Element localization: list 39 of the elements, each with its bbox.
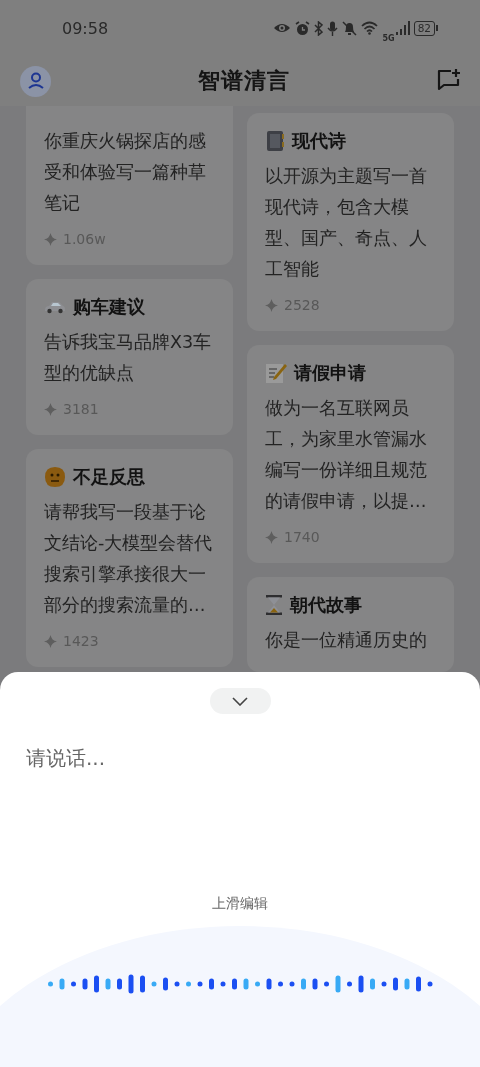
card-description: 请帮我写一段基于论文结论-大模型会替代搜索引擎承接很大一部分的搜索流量的… bbox=[44, 501, 214, 617]
sparkle-icon bbox=[44, 402, 57, 416]
chevron-down-icon bbox=[232, 696, 248, 706]
card-title: 朝代故事 bbox=[290, 593, 362, 617]
bluetooth-icon bbox=[314, 20, 324, 36]
card-description: 告诉我宝马品牌X3车型的优缺点 bbox=[44, 331, 213, 385]
app-title: 智谱清言 bbox=[197, 67, 290, 95]
hourglass-icon bbox=[265, 594, 283, 616]
eye-icon bbox=[273, 21, 292, 35]
notebook-icon bbox=[265, 130, 285, 152]
sparkle-icon bbox=[265, 298, 278, 312]
signal-icon bbox=[395, 21, 410, 35]
pencil-paper-icon bbox=[265, 362, 287, 384]
card-description: 以开源为主题写一首现代诗，包含大模型、国产、奇点、人工智能 bbox=[265, 165, 428, 281]
card-title: 购车建议 bbox=[73, 295, 145, 319]
battery-icon: 82 bbox=[413, 20, 438, 36]
alarm-icon bbox=[295, 20, 311, 36]
card-description: 做为一名互联网员工，为家里水管漏水编写一份详细且规范的请假申请，以提… bbox=[265, 397, 428, 513]
muted-bell-icon bbox=[342, 20, 358, 36]
sparkle-icon bbox=[265, 530, 278, 544]
network-type: 5G bbox=[382, 33, 395, 43]
sparkle-icon bbox=[44, 232, 57, 246]
card-title: 不足反思 bbox=[73, 465, 145, 489]
swipe-hint: 上滑编辑 bbox=[212, 895, 268, 913]
microphone-icon bbox=[327, 20, 339, 36]
clock-time: 09:58 bbox=[62, 18, 110, 38]
sparkle-icon bbox=[44, 634, 57, 648]
card-description: 你是一位精通历史的 bbox=[265, 629, 428, 652]
card-description: 你重庆火锅探店的感受和体验写一篇种草笔记 bbox=[44, 130, 207, 215]
card-title: 请假申请 bbox=[294, 361, 366, 385]
voice-prompt: 请说话... bbox=[26, 745, 107, 772]
card-title: 现代诗 bbox=[292, 129, 346, 153]
profile-avatar[interactable] bbox=[20, 65, 51, 97]
worried-face-icon bbox=[44, 466, 66, 488]
wifi-icon bbox=[361, 21, 379, 35]
person-icon bbox=[27, 72, 44, 90]
car-icon bbox=[44, 300, 66, 314]
collapse-button[interactable] bbox=[209, 688, 271, 714]
prompt-card[interactable]: 朝代故事 你是一位精通历史的 bbox=[247, 577, 454, 672]
